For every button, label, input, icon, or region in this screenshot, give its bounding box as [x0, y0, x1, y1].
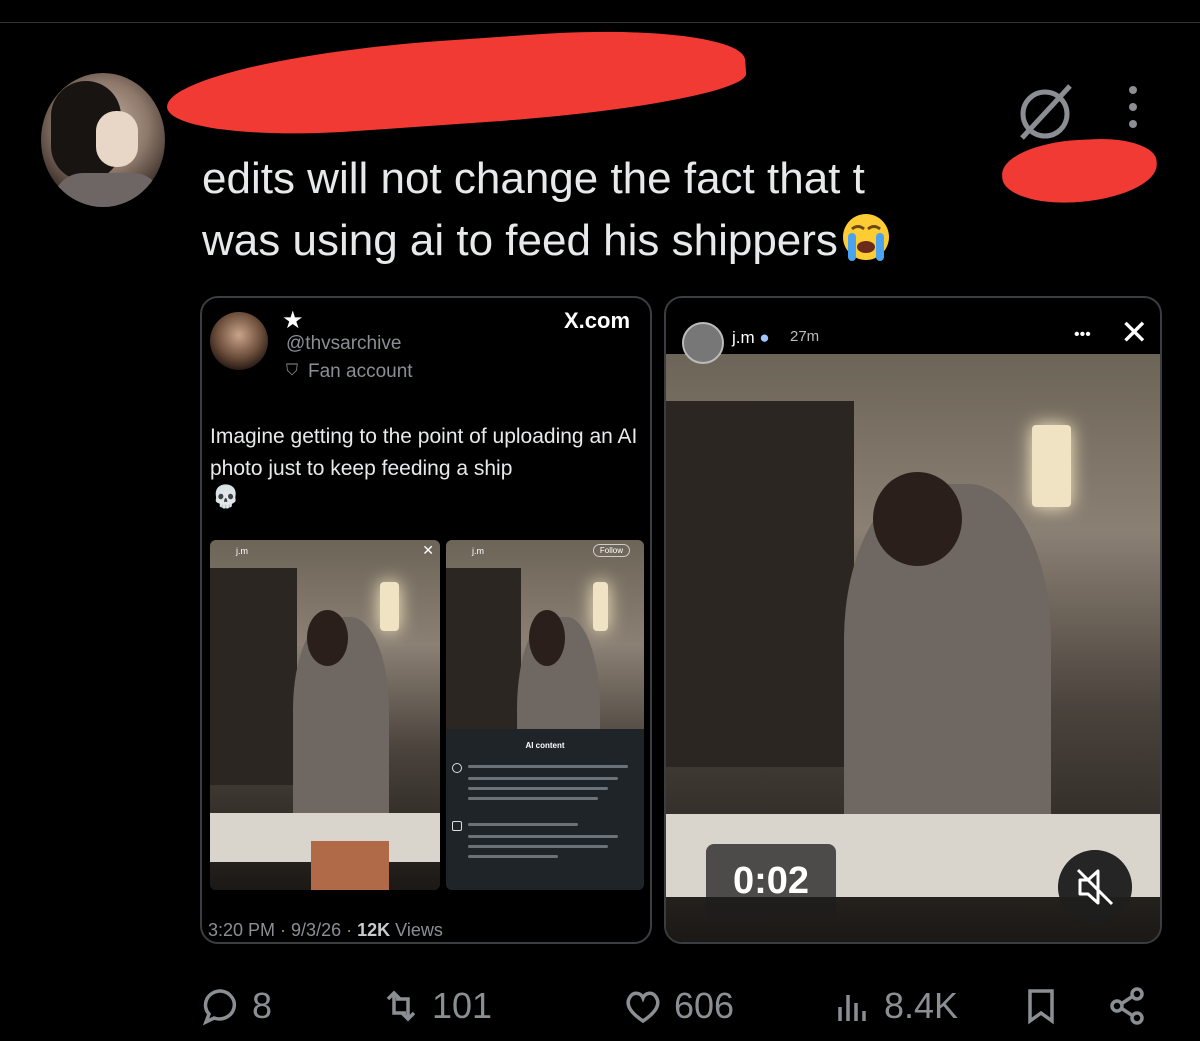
tweet-text-line-2: was using ai to feed his shippers: [202, 210, 1162, 272]
ai-content-panel: AI content: [446, 729, 644, 890]
heart-icon: [626, 991, 660, 1024]
story-username: j.m ●: [732, 328, 770, 347]
fan-account-label: Fan account: [308, 361, 413, 382]
fan-account-icon: ⛉: [286, 362, 299, 379]
document-icon: [452, 821, 462, 831]
story-more-icon: •••: [1074, 326, 1091, 343]
repost-icon: [386, 990, 416, 1022]
embedded-avatar: [210, 312, 268, 370]
embedded-handle: @thvsarchive: [286, 333, 402, 354]
bookmark-button[interactable]: [1020, 984, 1072, 1028]
repost-button[interactable]: 101: [380, 984, 492, 1028]
crying-face-emoji-icon: [842, 214, 889, 261]
story-screenshot-a: j.m ✕: [210, 540, 440, 890]
skull-emoji: 💀: [212, 484, 240, 509]
source-label: X.com: [564, 308, 631, 333]
story-video-card[interactable]: j.m ● 27m ••• ✕ 0:02: [664, 296, 1162, 944]
embedded-time: 3:20 PM: [208, 920, 276, 940]
follow-button: Follow: [592, 544, 630, 557]
grok-icon[interactable]: [1010, 76, 1080, 146]
reply-icon: [202, 989, 237, 1026]
views-icon: [838, 995, 866, 1021]
ai-content-title: AI content: [525, 741, 565, 750]
embedded-date: 9/3/26: [291, 920, 342, 940]
redaction-mark-name: [163, 19, 749, 145]
story-avatar: [682, 322, 724, 364]
reply-button[interactable]: 8: [200, 984, 272, 1028]
views-count: 8.4K: [884, 985, 959, 1026]
repost-count: 101: [432, 985, 493, 1026]
embedded-views-count: 12K: [357, 920, 391, 940]
more-icon[interactable]: [1122, 82, 1144, 132]
story-user-small: j.m: [236, 546, 248, 556]
story-time: 27m: [790, 328, 820, 345]
verified-icon: ●: [759, 328, 770, 347]
story-screenshot-b: j.m Follow AI content: [446, 540, 644, 890]
mute-icon[interactable]: [1058, 850, 1132, 924]
close-icon: ✕: [422, 542, 434, 558]
embedded-tweet-meta: 3:20 PM · 9/3/26 · 12K Views: [208, 920, 443, 940]
share-icon: [1110, 987, 1144, 1025]
embedded-views-label: Views: [395, 920, 443, 940]
reply-count: 8: [252, 985, 273, 1026]
star-icon: ★: [282, 307, 304, 334]
like-count: 606: [674, 985, 735, 1026]
tweet-text-line-2-content: was using ai to feed his shippers: [202, 216, 838, 265]
share-button[interactable]: [1106, 984, 1158, 1028]
story-user-small: j.m: [472, 546, 484, 556]
video-timestamp: 0:02: [706, 844, 836, 918]
info-icon: [452, 763, 462, 773]
divider: [0, 22, 1200, 23]
tweet-view: edits will not change the fact that t wa…: [0, 0, 1200, 1041]
views-button[interactable]: 8.4K: [832, 984, 958, 1028]
avatar[interactable]: [41, 73, 165, 207]
embedded-tweet-text: Imagine getting to the point of uploadin…: [210, 425, 638, 480]
like-button[interactable]: 606: [622, 984, 734, 1028]
embedded-tweet-card[interactable]: ★ @thvsarchive ⛉ Fan account X.com Imagi…: [200, 296, 652, 944]
story-close-icon: ✕: [1120, 314, 1149, 352]
bookmark-icon: [1028, 989, 1054, 1025]
